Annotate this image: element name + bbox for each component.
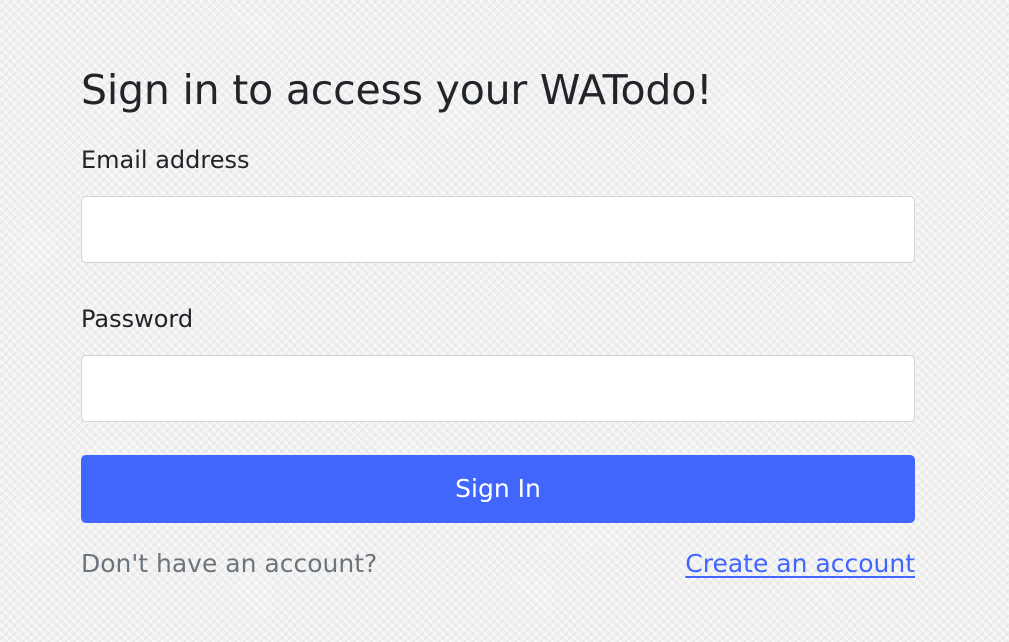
page-title: Sign in to access your WATodo!: [81, 66, 713, 114]
sign-in-button[interactable]: Sign In: [81, 455, 915, 523]
password-label: Password: [81, 305, 194, 333]
create-account-link[interactable]: Create an account: [685, 549, 915, 578]
email-label: Email address: [81, 146, 250, 174]
email-field[interactable]: [81, 196, 915, 263]
password-field[interactable]: [81, 355, 915, 422]
sign-in-form: Sign in to access your WATodo! Email add…: [81, 60, 915, 578]
account-footer: Don't have an account? Create an account: [81, 544, 915, 582]
no-account-text: Don't have an account?: [81, 548, 378, 578]
